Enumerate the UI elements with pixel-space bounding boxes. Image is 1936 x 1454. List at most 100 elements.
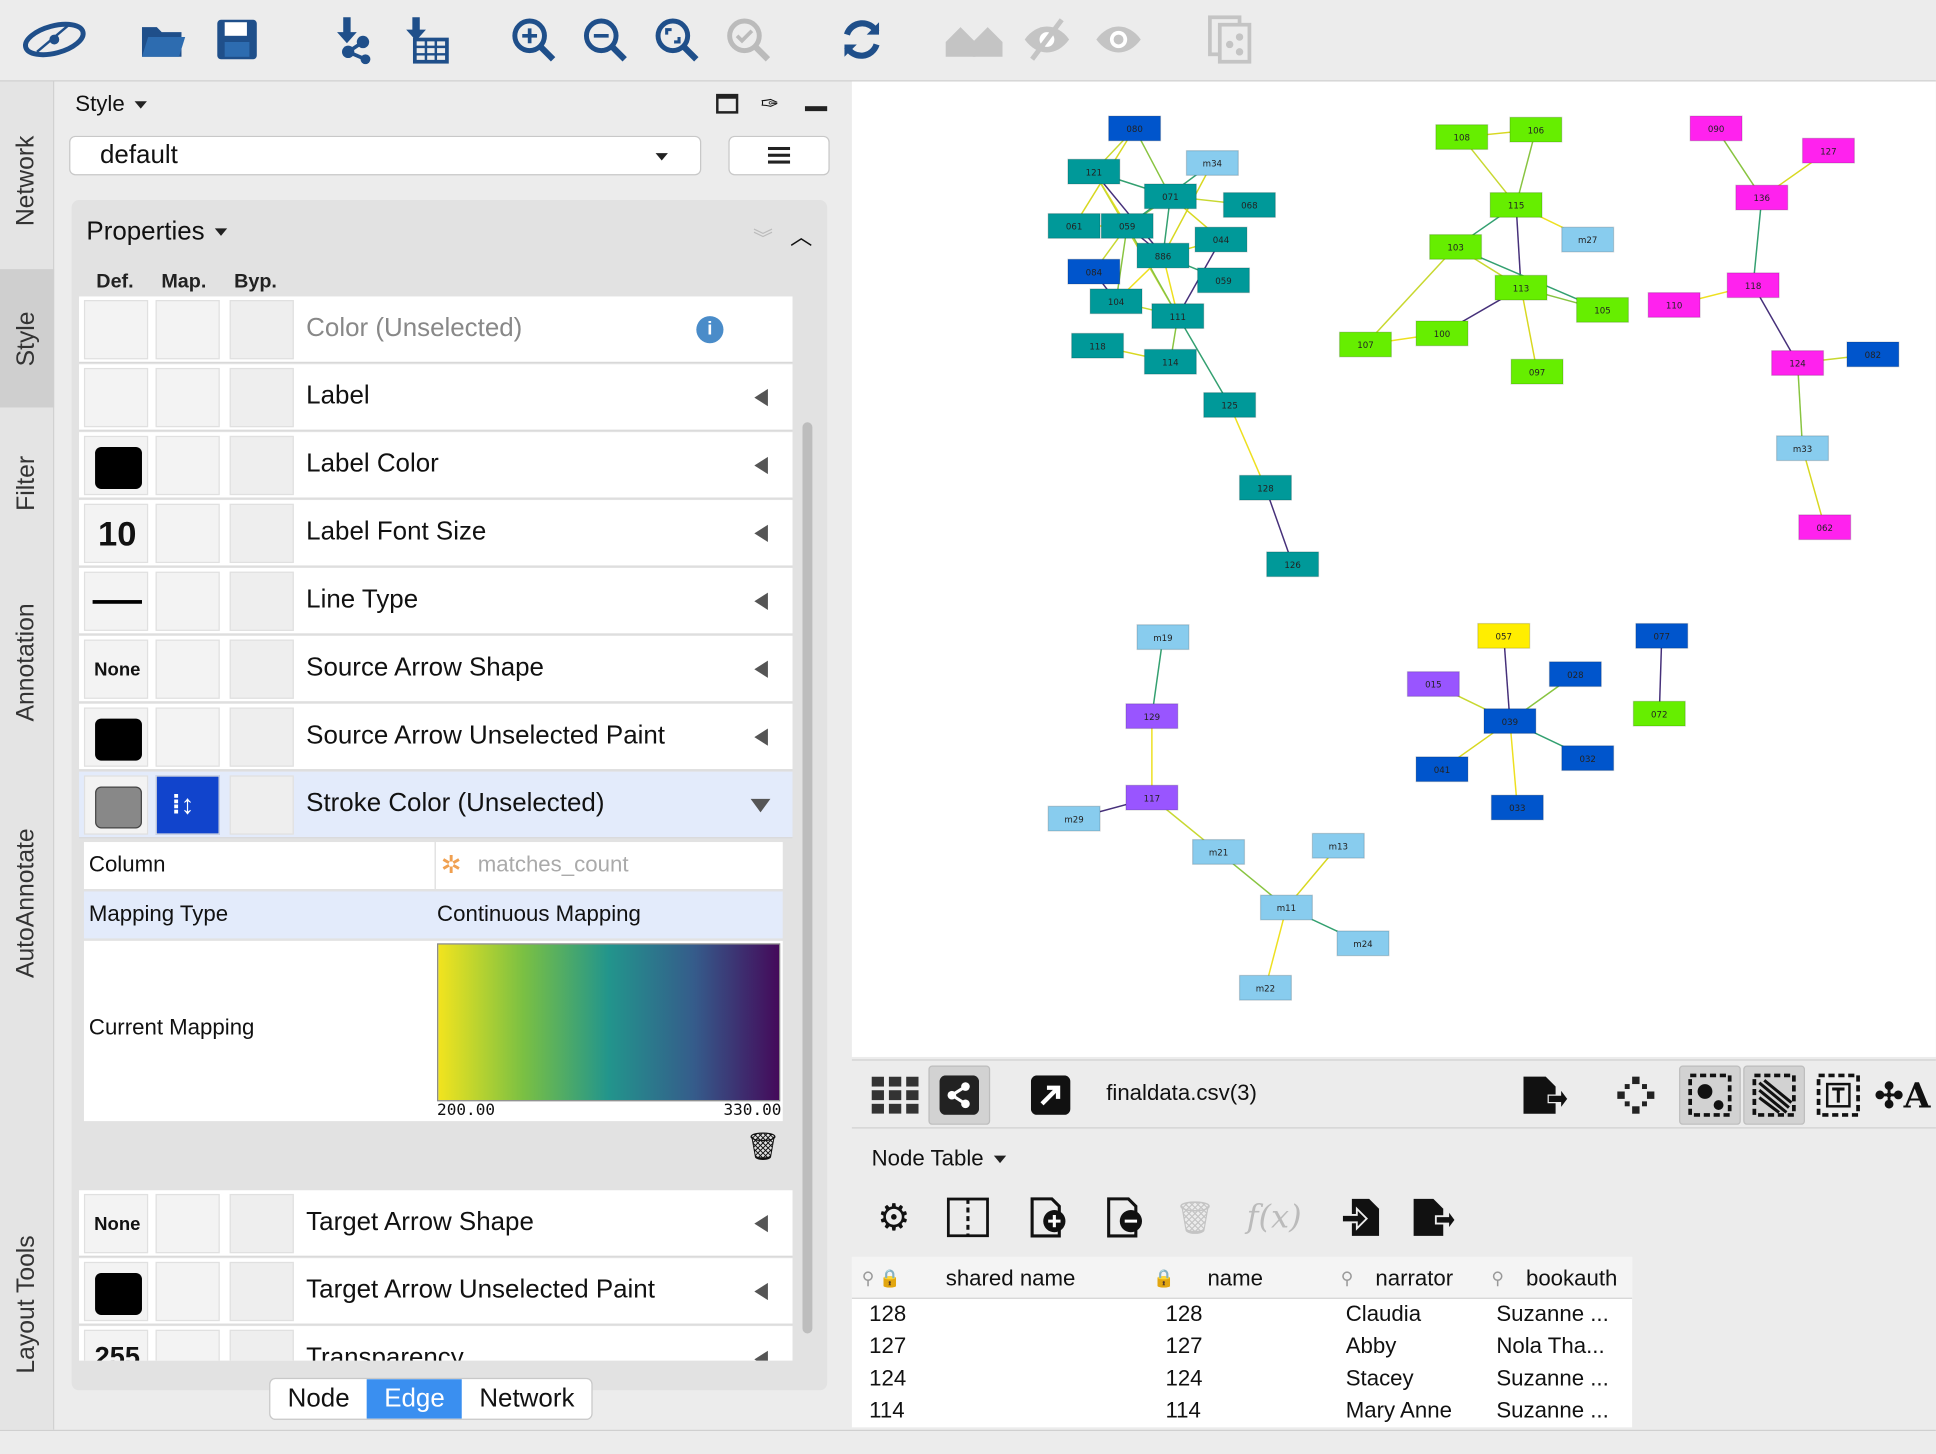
table-row[interactable]: 114 114 Mary Anne Suzanne ... (852, 1395, 1632, 1427)
table-row[interactable]: 128 128 Claudia Suzanne ... (852, 1299, 1632, 1331)
default-cell[interactable]: 10 (83, 503, 149, 564)
bypass-cell[interactable] (229, 775, 294, 835)
network-node[interactable]: 103 (1429, 233, 1483, 260)
network-node[interactable]: 082 (1846, 341, 1900, 368)
network-node[interactable]: 097 (1510, 358, 1564, 385)
property-row-target-arrow-paint[interactable]: Target Arrow Unselected Paint (79, 1258, 793, 1325)
network-node[interactable]: 059 (1196, 267, 1251, 294)
network-node[interactable]: 015 (1406, 671, 1460, 697)
mapping-cell[interactable] (155, 707, 220, 767)
bypass-cell[interactable] (229, 1193, 294, 1254)
network-node[interactable]: 077 (1635, 622, 1689, 649)
expand-all-icon[interactable]: ︾ (753, 222, 773, 252)
bypass-cell[interactable] (229, 1261, 294, 1322)
select-annotations-icon[interactable] (1807, 1066, 1869, 1125)
column-header-name[interactable]: name (1207, 1266, 1263, 1292)
network-node[interactable]: 124 (1771, 350, 1825, 376)
style-panel-title[interactable]: Style (75, 91, 147, 117)
default-cell[interactable] (83, 707, 149, 767)
tab-node[interactable]: Node (270, 1379, 367, 1419)
gear-icon[interactable]: ⚙ (869, 1193, 918, 1242)
network-node[interactable]: 107 (1338, 331, 1393, 358)
expand-arrow-icon[interactable] (754, 1282, 768, 1301)
import-table-file-icon[interactable] (1336, 1193, 1385, 1242)
mapping-cell[interactable] (155, 1193, 220, 1254)
column-selector[interactable]: ✲ matches_count (434, 842, 783, 889)
default-cell[interactable]: 255 (83, 1329, 149, 1361)
network-node[interactable]: 118 (1726, 272, 1780, 299)
network-node[interactable]: 129 (1125, 703, 1179, 730)
network-node[interactable]: 118 (1071, 332, 1125, 359)
network-node[interactable]: 090 (1689, 115, 1743, 142)
property-row-label[interactable]: Label (79, 364, 793, 431)
network-node[interactable]: 041 (1415, 756, 1469, 783)
network-node[interactable]: 062 (1798, 514, 1852, 541)
network-node[interactable]: 117 (1125, 784, 1179, 811)
network-node[interactable]: 084 (1067, 258, 1121, 285)
network-node[interactable]: m27 (1561, 226, 1615, 253)
mapping-cell[interactable] (155, 435, 220, 496)
property-row-color-unselected[interactable]: Color (Unselected) i (79, 296, 793, 364)
network-node[interactable]: 114 (1143, 348, 1197, 375)
network-node[interactable]: 105 (1575, 296, 1630, 323)
network-node[interactable]: 032 (1561, 745, 1615, 772)
network-node[interactable]: m29 (1047, 805, 1101, 832)
mapping-cell[interactable] (155, 639, 220, 699)
hide-icon[interactable] (1020, 12, 1074, 66)
table-row[interactable]: 127 127 Abby Nola Tha... (852, 1331, 1632, 1363)
network-node[interactable]: 100 (1415, 320, 1469, 347)
scrollbar[interactable] (802, 422, 813, 1334)
select-nodes-icon[interactable] (1679, 1065, 1741, 1125)
column-header-bookauthor[interactable]: bookauth (1526, 1266, 1625, 1292)
expand-arrow-icon[interactable] (754, 1350, 768, 1361)
network-node[interactable]: 125 (1203, 392, 1257, 418)
property-row-line-type[interactable]: Line Type (79, 567, 793, 635)
network-node[interactable]: 039 (1483, 708, 1537, 735)
network-node[interactable]: 072 (1632, 700, 1686, 727)
property-row-label-font-size[interactable]: 10 Label Font Size (79, 500, 793, 567)
network-node[interactable]: 061 (1047, 212, 1101, 239)
mapping-cell[interactable] (155, 503, 220, 564)
network-node[interactable]: m22 (1238, 974, 1293, 1001)
default-cell[interactable]: None (83, 639, 149, 699)
tab-autoannotate[interactable]: AutoAnnotate (0, 785, 54, 1020)
network-node[interactable]: 044 (1194, 226, 1248, 253)
network-node[interactable]: 057 (1477, 622, 1531, 649)
expand-arrow-icon[interactable] (754, 524, 768, 543)
network-node[interactable]: 111 (1151, 303, 1205, 330)
default-cell[interactable] (83, 775, 149, 835)
property-row-label-color[interactable]: Label Color (79, 432, 793, 499)
style-options-button[interactable] (728, 135, 830, 176)
bypass-cell[interactable] (229, 435, 294, 496)
network-node[interactable]: 127 (1801, 137, 1855, 164)
network-edge[interactable] (1752, 197, 1763, 286)
mapping-cell[interactable] (155, 367, 220, 428)
expand-arrow-icon[interactable] (754, 728, 768, 746)
import-network-icon[interactable] (323, 12, 377, 66)
tab-edge[interactable]: Edge (366, 1379, 463, 1419)
trash-icon[interactable]: 🗑 (746, 1131, 780, 1163)
network-node[interactable]: 068 (1222, 191, 1276, 218)
bypass-cell[interactable] (229, 639, 294, 699)
network-node[interactable]: 121 (1067, 158, 1121, 185)
cytoscape-logo-icon[interactable] (20, 12, 89, 66)
column-header-narrator[interactable]: narrator (1375, 1266, 1453, 1292)
network-node[interactable]: 104 (1089, 288, 1143, 315)
style-dropdown[interactable]: default (69, 135, 702, 176)
network-graph[interactable]: 080 m34 121 071 068 061 059 044 886 084 059 104 111 1… (852, 81, 1936, 1056)
network-node[interactable]: m24 (1336, 930, 1390, 957)
property-row-transparency[interactable]: 255 Transparency (79, 1326, 793, 1361)
open-folder-icon[interactable] (136, 12, 190, 66)
default-cell[interactable] (83, 571, 149, 631)
network-node[interactable]: 106 (1509, 116, 1563, 143)
table-row[interactable]: 124 124 Stacey Suzanne ... (852, 1363, 1632, 1395)
grid-view-icon[interactable] (864, 1066, 926, 1125)
share-network-icon[interactable] (928, 1065, 991, 1125)
show-icon[interactable] (1091, 12, 1145, 66)
bypass-cell[interactable] (229, 1329, 294, 1361)
column-header-shared-name[interactable]: shared name (946, 1266, 1076, 1292)
zoom-out-icon[interactable] (578, 12, 632, 66)
gradient-editor[interactable] (437, 943, 781, 1102)
tab-network[interactable]: Network (0, 94, 54, 267)
network-node[interactable]: 115 (1489, 191, 1543, 218)
